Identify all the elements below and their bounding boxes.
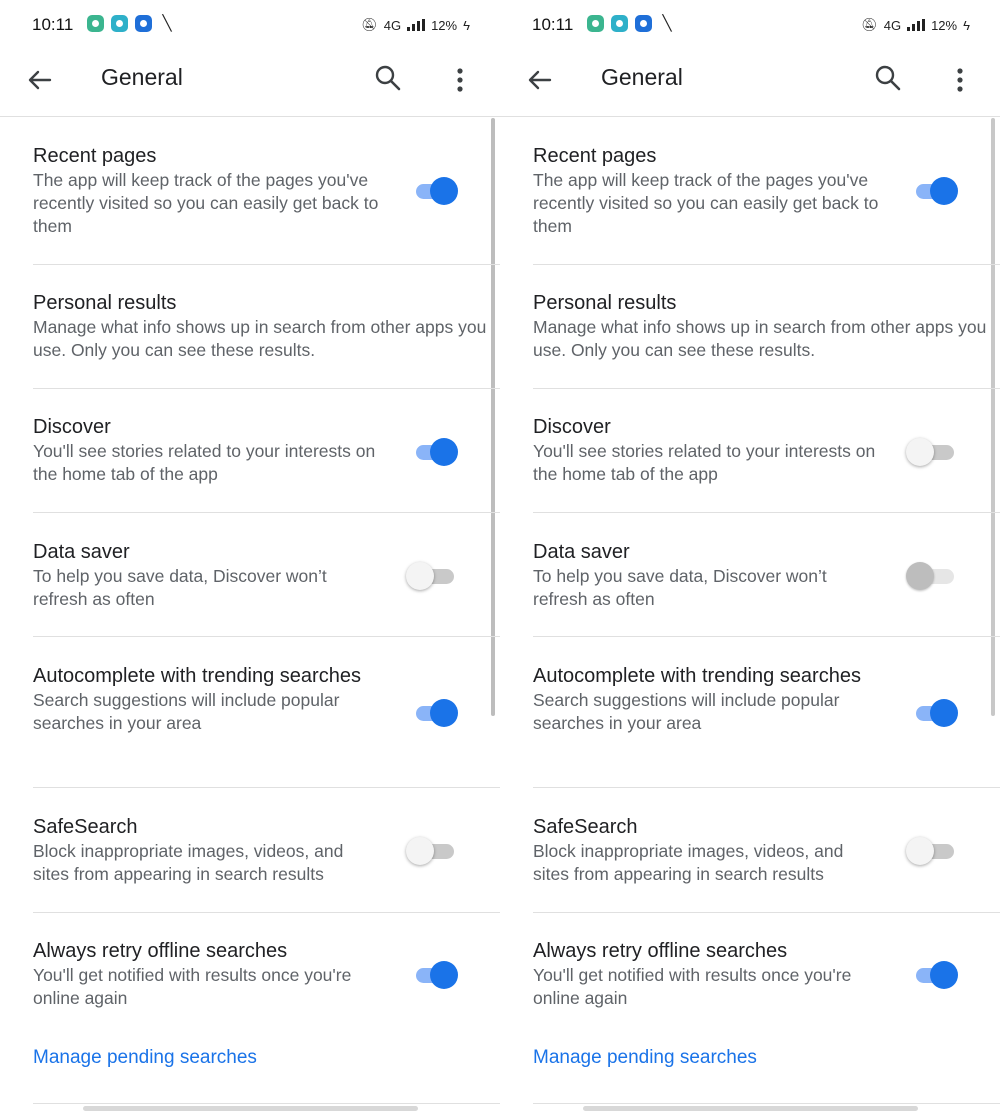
setting-title: Personal results <box>33 292 177 314</box>
search-icon[interactable] <box>872 62 904 94</box>
setting-description: You'll get notified with results once yo… <box>533 965 852 1008</box>
page-title: General <box>601 64 683 90</box>
divider <box>533 388 1000 389</box>
signal-icon <box>407 19 426 31</box>
appbar-divider <box>0 116 500 117</box>
status-time: 10:11 <box>32 15 74 34</box>
toggle-data-saver[interactable] <box>406 561 454 591</box>
manage-pending-searches-link[interactable]: Manage pending searches <box>533 1047 757 1069</box>
network-type: 4G <box>883 17 902 33</box>
divider <box>533 1103 1000 1104</box>
messaging-app-icon <box>111 15 128 32</box>
setting-description: Manage what info shows up in search from… <box>33 317 487 360</box>
divider <box>533 636 1000 637</box>
setting-description: Search suggestions will include popular … <box>533 690 840 733</box>
mute-icon: 🔕︎ <box>861 17 878 32</box>
messaging-app-icon <box>611 15 628 32</box>
setting-title: Recent pages <box>533 145 657 167</box>
missed-call-icon: ╲ <box>662 15 672 32</box>
status-time: 10:11 <box>532 15 574 34</box>
screen-right: 10:11 ╲ 🔕︎ 4G 12% ϟ General Recent pages… <box>500 0 1000 1111</box>
missed-call-icon: ╲ <box>162 15 172 32</box>
setting-description: Block inappropriate images, videos, and … <box>533 841 844 884</box>
setting-title: Autocomplete with trending searches <box>33 665 361 687</box>
toggle-autocomplete-trending[interactable] <box>414 698 460 728</box>
divider <box>33 787 500 788</box>
setting-description: Manage what info shows up in search from… <box>533 317 987 360</box>
app-bar: General <box>500 48 1000 114</box>
setting-personal-results[interactable]: Personal results Manage what info shows … <box>533 290 1000 362</box>
setting-description: To help you save data, Discover won’t re… <box>33 566 327 609</box>
system-status: 🔕︎ 4G 12% ϟ <box>361 15 470 35</box>
toggle-discover[interactable] <box>906 437 954 467</box>
divider <box>533 787 1000 788</box>
toggle-retry-offline[interactable] <box>414 960 460 990</box>
setting-description: You'll see stories related to your inter… <box>33 441 376 484</box>
setting-title: Recent pages <box>33 145 157 167</box>
network-type: 4G <box>383 17 402 33</box>
toggle-autocomplete-trending[interactable] <box>914 698 960 728</box>
setting-title: Always retry offline searches <box>33 940 288 962</box>
nav-handle <box>83 1106 418 1111</box>
setting-title: Discover <box>533 416 611 438</box>
search-icon[interactable] <box>372 62 404 94</box>
screen-left: 10:11 ╲ 🔕︎ 4G 12% ϟ General Recent pages… <box>0 0 500 1111</box>
divider <box>33 388 500 389</box>
divider <box>33 912 500 913</box>
divider <box>533 512 1000 513</box>
manage-pending-searches-link[interactable]: Manage pending searches <box>33 1047 257 1069</box>
setting-title: Data saver <box>533 541 630 563</box>
setting-description: Search suggestions will include popular … <box>33 690 340 733</box>
setting-description: Block inappropriate images, videos, and … <box>33 841 344 884</box>
divider <box>533 912 1000 913</box>
divider <box>533 264 1000 265</box>
toggle-discover[interactable] <box>414 437 460 467</box>
mute-icon: 🔕︎ <box>361 17 378 32</box>
setting-title: SafeSearch <box>33 816 138 838</box>
signal-icon <box>907 19 926 31</box>
back-arrow-icon[interactable] <box>524 64 556 96</box>
shield-app-icon <box>635 15 652 32</box>
app-bar: General <box>0 48 500 114</box>
toggle-recent-pages[interactable] <box>414 176 460 206</box>
divider <box>33 264 500 265</box>
appbar-divider <box>500 116 1000 117</box>
toggle-data-saver[interactable] <box>906 561 954 591</box>
setting-description: You'll get notified with results once yo… <box>33 965 352 1008</box>
toggle-safesearch[interactable] <box>406 836 454 866</box>
shield-app-icon <box>135 15 152 32</box>
setting-title: Data saver <box>33 541 130 563</box>
setting-description: To help you save data, Discover won’t re… <box>533 566 827 609</box>
more-vert-icon[interactable] <box>448 64 472 96</box>
page-title: General <box>101 64 183 90</box>
status-bar: 10:11 ╲ 🔕︎ 4G 12% ϟ <box>0 0 500 50</box>
divider <box>33 636 500 637</box>
nav-handle <box>583 1106 918 1111</box>
back-arrow-icon[interactable] <box>24 64 56 96</box>
toggle-retry-offline[interactable] <box>914 960 960 990</box>
toggle-recent-pages[interactable] <box>914 176 960 206</box>
charging-icon: ϟ <box>963 17 970 33</box>
setting-title: Autocomplete with trending searches <box>533 665 861 687</box>
setting-title: SafeSearch <box>533 816 638 838</box>
setting-personal-results[interactable]: Personal results Manage what info shows … <box>33 290 500 362</box>
setting-title: Always retry offline searches <box>533 940 788 962</box>
divider <box>33 1103 500 1104</box>
status-bar: 10:11 ╲ 🔕︎ 4G 12% ϟ <box>500 0 1000 50</box>
divider <box>33 512 500 513</box>
more-vert-icon[interactable] <box>948 64 972 96</box>
setting-title: Discover <box>33 416 111 438</box>
system-status: 🔕︎ 4G 12% ϟ <box>861 15 970 35</box>
setting-description: You'll see stories related to your inter… <box>533 441 876 484</box>
battery-percent: 12% <box>931 17 958 33</box>
setting-title: Personal results <box>533 292 677 314</box>
battery-percent: 12% <box>431 17 458 33</box>
notification-app-icon <box>587 15 604 32</box>
setting-description: The app will keep track of the pages you… <box>533 170 879 236</box>
setting-description: The app will keep track of the pages you… <box>33 170 379 236</box>
notification-app-icon <box>87 15 104 32</box>
charging-icon: ϟ <box>463 17 470 33</box>
toggle-safesearch[interactable] <box>906 836 954 866</box>
